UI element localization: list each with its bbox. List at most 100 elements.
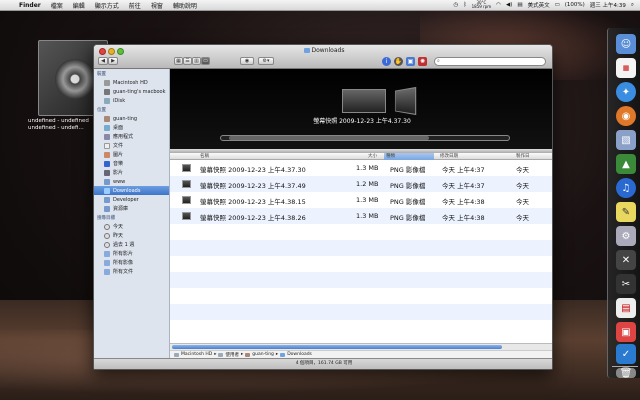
sidebar-item-desktop[interactable]: 桌面: [94, 123, 169, 132]
column-header-modified[interactable]: 修改日期: [440, 153, 458, 160]
sidebar-item-library[interactable]: 資源庫: [94, 204, 169, 213]
menu-edit[interactable]: 編輯: [68, 1, 90, 10]
firefox-dock-icon[interactable]: ◉: [616, 106, 636, 126]
screen-sharing-icon[interactable]: ▣: [406, 57, 415, 66]
battery-percent[interactable]: (100%): [565, 2, 585, 8]
sidebar-item-all-images[interactable]: 所有影像: [94, 258, 169, 267]
path-item-macintosh-hd[interactable]: Macintosh HD: [181, 352, 212, 357]
list-view-button[interactable]: ☰: [183, 57, 192, 65]
column-header-created[interactable]: 製作日: [516, 153, 530, 160]
automator-dock-icon[interactable]: ⚙: [616, 226, 636, 246]
table-row[interactable]: 螢幕快照 2009-12-23 上午4.37.49 1.2 MB PNG 影像檔…: [170, 176, 552, 192]
spotlight-icon[interactable]: ⌕: [631, 2, 634, 9]
menu-view[interactable]: 顯示方式: [90, 1, 124, 10]
path-item-downloads[interactable]: Downloads: [287, 352, 312, 357]
info-icon[interactable]: i: [382, 57, 391, 66]
input-method-label[interactable]: 美式英文: [528, 1, 550, 9]
sidebar-item-idisk[interactable]: iDisk: [94, 96, 169, 105]
sidebar-item-music[interactable]: 音樂: [94, 159, 169, 168]
pdf-dock-icon[interactable]: ▤: [616, 298, 636, 318]
empty-row: [170, 272, 552, 288]
coverflow-next-preview[interactable]: [394, 86, 417, 116]
ical-dock-icon[interactable]: ▦: [616, 58, 636, 78]
finder-dock-icon[interactable]: ☺: [616, 34, 636, 54]
horizontal-scrollbar[interactable]: [170, 343, 552, 350]
forward-button[interactable]: ▶: [108, 57, 118, 65]
sidebar-item-documents[interactable]: 文件: [94, 141, 169, 150]
temperature-monitor[interactable]: 30°C 1859 rpm: [472, 1, 492, 9]
preview-dock-icon[interactable]: ▧: [616, 130, 636, 150]
stickies-dock-icon[interactable]: ✎: [616, 202, 636, 222]
column-header-name[interactable]: 名稱: [200, 153, 209, 160]
battery-icon[interactable]: ▭: [555, 2, 560, 8]
sidebar-item-label: 圖片: [113, 152, 124, 158]
coverflow-selected-preview[interactable]: [342, 89, 386, 113]
sidebar-item-all-documents[interactable]: 所有文件: [94, 267, 169, 276]
menu-help[interactable]: 輔助說明: [168, 1, 202, 10]
sidebar-item-pictures[interactable]: 圖片: [94, 150, 169, 159]
flag-icon[interactable]: ▤: [517, 2, 522, 8]
sidebar-item-developer[interactable]: Developer: [94, 195, 169, 204]
empty-row: [170, 224, 552, 240]
path-item-users[interactable]: 使用者: [225, 352, 239, 358]
file-size: 1.3 MB: [356, 164, 379, 172]
xcode-dock-icon[interactable]: ✕: [616, 250, 636, 270]
coverflow-pane[interactable]: 螢幕快照 2009-12-23 上午4.37.30: [170, 69, 552, 149]
search-field[interactable]: ⌕: [434, 57, 546, 66]
action-menu-button[interactable]: ⚙▾: [258, 57, 274, 65]
time-machine-icon[interactable]: ◷: [454, 2, 459, 8]
home-icon: [245, 352, 251, 357]
coverflow-title: 螢幕快照 2009-12-23 上午4.37.30: [313, 118, 411, 125]
volume-icon[interactable]: ◀): [506, 2, 512, 8]
table-row[interactable]: 螢幕快照 2009-12-23 上午4.37.30 1.3 MB PNG 影像檔…: [170, 160, 552, 176]
itunes-dock-icon[interactable]: ♫: [616, 178, 636, 198]
sidebar-item-applications[interactable]: 應用程式: [94, 132, 169, 141]
menu-file[interactable]: 檔案: [46, 1, 68, 10]
trash-dock-icon[interactable]: 🗑: [616, 368, 636, 379]
column-header-kind[interactable]: 種類: [384, 153, 434, 160]
column-view-button[interactable]: ▥: [192, 57, 201, 65]
path-item-home[interactable]: guan-ting: [252, 352, 274, 357]
menu-finder[interactable]: Finder: [14, 2, 46, 9]
folder-icon: [104, 178, 110, 185]
sidebar-item-home[interactable]: guan-ting: [94, 114, 169, 123]
empty-row: [170, 240, 552, 256]
coverflow-scrollbar[interactable]: [220, 135, 510, 141]
horizontal-scroll-knob[interactable]: [172, 345, 502, 349]
burn-icon[interactable]: ✺: [418, 57, 427, 66]
table-row[interactable]: 螢幕快照 2009-12-23 上午4.38.26 1.3 MB PNG 影像檔…: [170, 208, 552, 224]
table-row[interactable]: 螢幕快照 2009-12-23 上午4.38.15 1.3 MB PNG 影像檔…: [170, 192, 552, 208]
menu-window[interactable]: 視窗: [146, 1, 168, 10]
sidebar-item-past-week[interactable]: 過去 1 週: [94, 240, 169, 249]
column-header-size[interactable]: 大小: [368, 153, 377, 160]
icon-view-button[interactable]: ▦: [174, 57, 183, 65]
back-button[interactable]: ◀: [98, 57, 108, 65]
utilities-dock-icon[interactable]: ✂: [616, 274, 636, 294]
sidebar-item-label: 過去 1 週: [113, 242, 135, 248]
sidebar-item-downloads[interactable]: Downloads: [94, 186, 169, 195]
app-store-dock-icon[interactable]: ▲: [616, 154, 636, 174]
quick-look-button[interactable]: ◉: [240, 57, 254, 65]
library-icon: [104, 205, 110, 212]
sidebar-item-yesterday[interactable]: 昨天: [94, 231, 169, 240]
sidebar-item-all-movies[interactable]: 所有影片: [94, 249, 169, 258]
bluetooth-icon[interactable]: ᛒ: [463, 2, 466, 8]
coverflow-scroll-knob[interactable]: [229, 136, 429, 140]
safari-dock-icon[interactable]: ✦: [616, 82, 636, 102]
sidebar-item-today[interactable]: 今天: [94, 222, 169, 231]
menu-go[interactable]: 前往: [124, 1, 146, 10]
downloads-stack-dock-icon[interactable]: ✓: [616, 344, 636, 364]
sidebar-item-macintosh-hd[interactable]: Macintosh HD: [94, 78, 169, 87]
dictionary-dock-icon[interactable]: ▣: [616, 322, 636, 342]
wifi-icon[interactable]: ◠: [496, 2, 501, 8]
sidebar-item-www[interactable]: www: [94, 177, 169, 186]
window-titlebar[interactable]: Downloads ◀ ▶ ▦ ☰ ▥ ▭ ◉ ⚙▾ i ✋ ▣ ✺ ⌕: [94, 45, 552, 69]
sidebar-item-macbook[interactable]: guan-ting's macbook: [94, 87, 169, 96]
sidebar-header-places: 位置: [97, 108, 106, 113]
file-created: 今天: [516, 214, 529, 222]
sidebar-item-movies[interactable]: 影片: [94, 168, 169, 177]
menubar-clock[interactable]: 週三 上午4:39: [590, 1, 626, 9]
hand-icon[interactable]: ✋: [394, 57, 403, 66]
sidebar-item-label: 資源庫: [113, 206, 129, 212]
coverflow-view-button[interactable]: ▭: [201, 57, 210, 65]
